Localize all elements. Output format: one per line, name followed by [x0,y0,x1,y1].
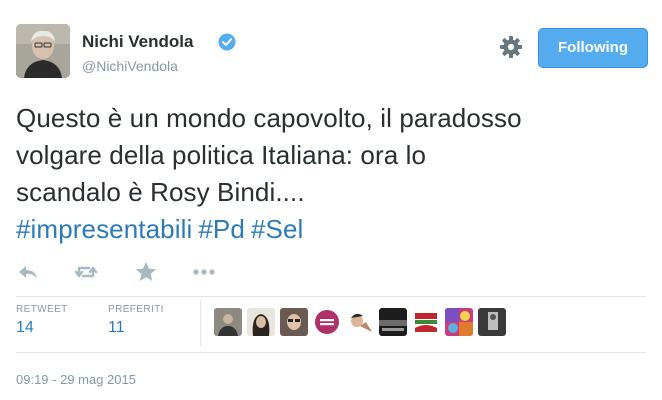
avatar[interactable] [16,24,70,78]
favoriter-avatar[interactable] [313,308,341,336]
favorites-stat[interactable]: PREFERITI 11 [108,304,164,337]
hashtag-link[interactable]: #impresentabili [16,214,192,244]
hashtag-link[interactable]: #Sel [251,214,303,244]
user-handle[interactable]: @NichiVendola [82,58,178,74]
reply-icon[interactable] [16,260,40,284]
verified-badge-icon [218,33,236,51]
retweet-stat-label: RETWEET [16,304,68,315]
tweet-text-line: Questo è un mondo capovolto, il paradoss… [16,103,522,133]
stats-separator [200,300,201,346]
hashtag-link[interactable]: #Pd [198,214,245,244]
favorites-stat-label: PREFERITI [108,304,164,315]
hashtag-list: #impresentabili #Pd #Sel [16,211,646,248]
favoriter-avatar[interactable] [247,308,275,336]
favoriter-avatar[interactable] [346,308,374,336]
favoriter-avatar[interactable] [280,308,308,336]
favoriter-avatar[interactable] [379,308,407,336]
following-button[interactable]: Following [538,28,648,68]
tweet-timestamp[interactable]: 09:19 - 29 mag 2015 [16,372,136,387]
tweet-text: Questo è un mondo capovolto, il paradoss… [16,100,646,248]
favoriter-avatar[interactable] [412,308,440,336]
favorites-count: 11 [108,319,125,336]
tweet-text-line: volgare della politica Italiana: ora lo [16,140,427,170]
star-icon[interactable] [134,260,158,284]
user-name[interactable]: Nichi Vendola [82,32,193,52]
gear-icon[interactable] [499,35,523,59]
favoriter-avatar[interactable] [445,308,473,336]
more-icon[interactable] [192,260,216,284]
tweet-text-line: scandalo è Rosy Bindi.... [16,177,305,207]
favoriter-avatar[interactable] [478,308,506,336]
tweet-card: Nichi Vendola @NichiVendola Following Qu… [0,0,662,400]
retweet-count: 14 [16,319,34,336]
divider [16,296,646,297]
retweet-stat[interactable]: RETWEET 14 [16,304,68,337]
divider [16,352,646,353]
favoriter-avatar[interactable] [214,308,242,336]
retweet-icon[interactable] [74,260,98,284]
